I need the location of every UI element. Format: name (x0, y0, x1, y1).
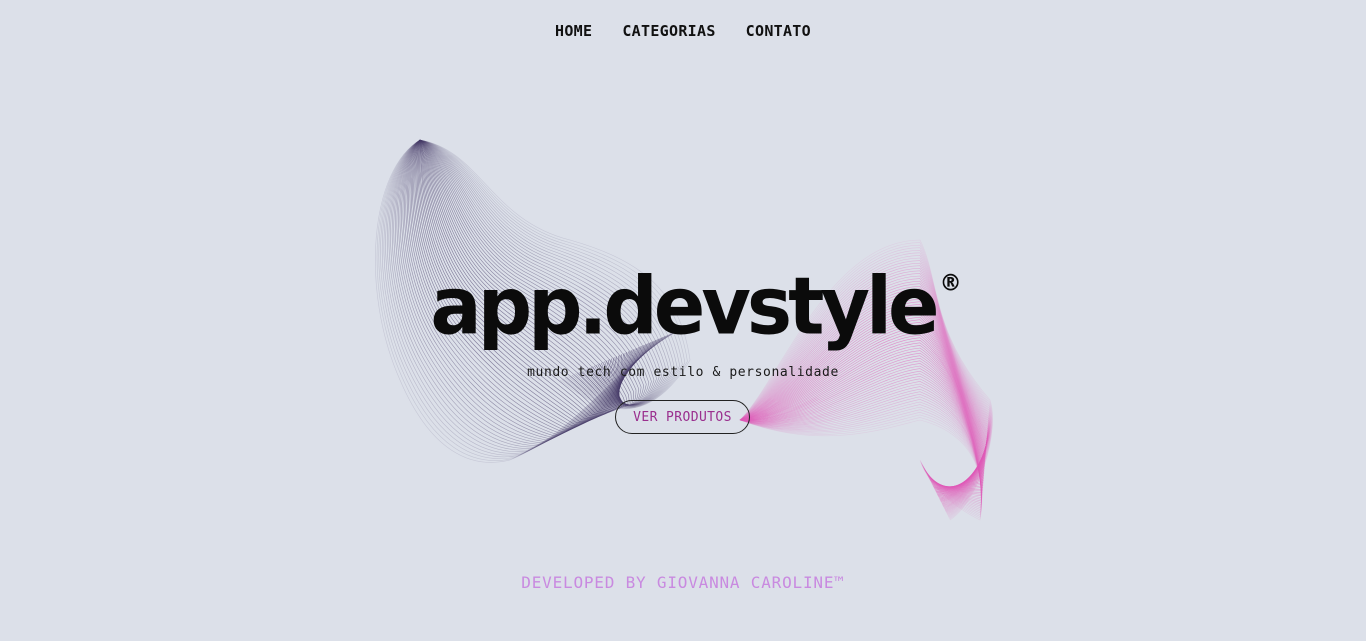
nav-home-link[interactable]: HOME (555, 22, 592, 40)
top-nav: HOME CATEGORIAS CONTATO (0, 22, 1366, 40)
logo-text: app.devstyle (430, 258, 939, 353)
developer-credit: DEVELOPED BY GIOVANNA CAROLINE™ (521, 573, 845, 592)
nav-contato-link[interactable]: CONTATO (746, 22, 811, 40)
brand-logo: app.devstyle ® (0, 266, 1366, 346)
tagline: mundo tech com estilo & personalidade (527, 365, 839, 380)
logo-wordmark: app.devstyle ® (430, 266, 961, 346)
nav-categorias-link[interactable]: CATEGORIAS (622, 22, 715, 40)
registered-mark: ® (939, 270, 962, 297)
ver-produtos-button[interactable]: VER PRODUTOS (615, 400, 750, 434)
landing-page: HOME CATEGORIAS CONTATO app.devstyle ® m… (0, 0, 1366, 641)
